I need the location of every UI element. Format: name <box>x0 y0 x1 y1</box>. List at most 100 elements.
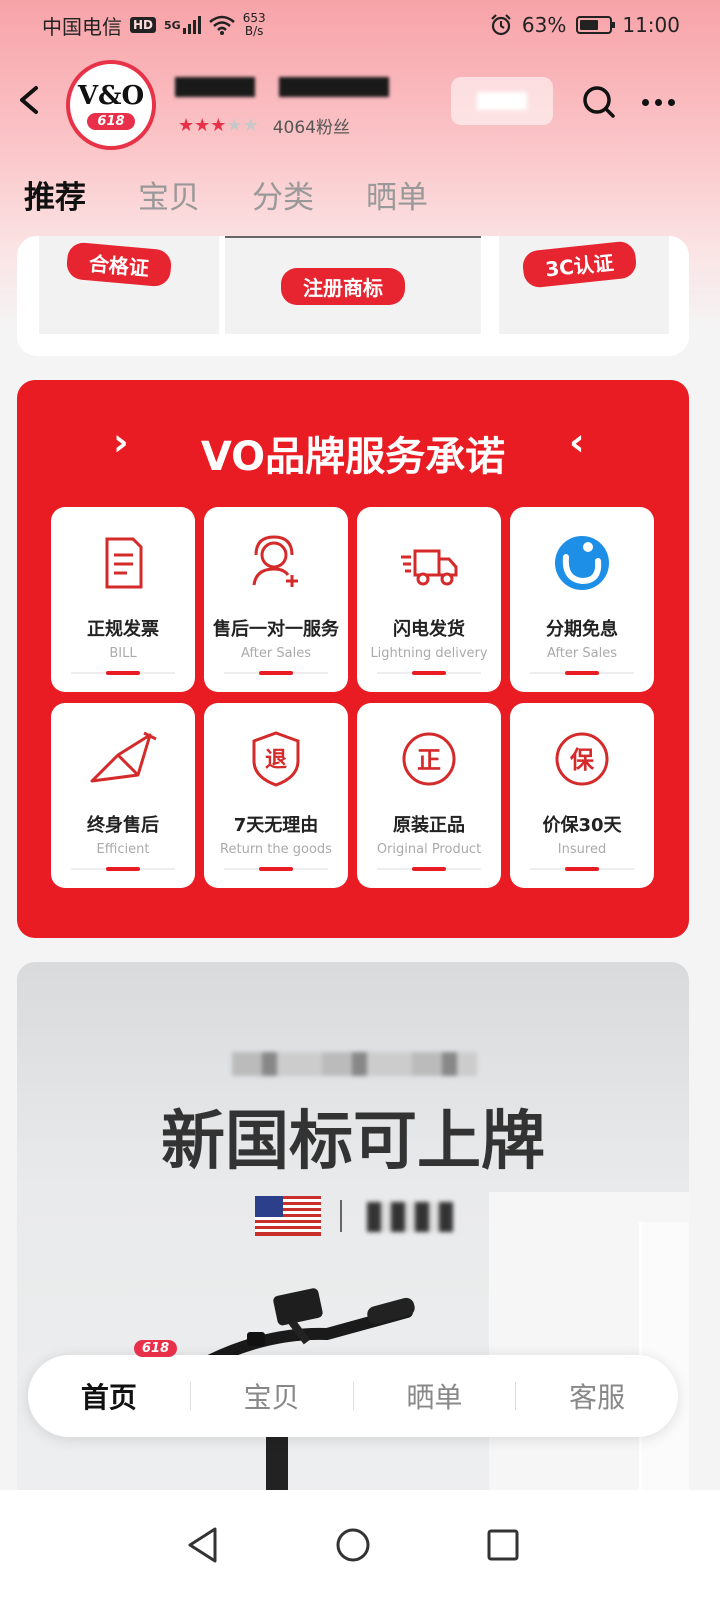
svg-text:退: 退 <box>265 748 287 773</box>
divider <box>71 671 175 675</box>
shop-bottom-nav: 首页 618 宝贝 晒单 客服 <box>28 1340 678 1437</box>
battery-fill <box>580 20 598 30</box>
alarm-icon <box>491 14 511 36</box>
tab-reviews[interactable]: 晒单 <box>366 172 428 217</box>
search-icon[interactable] <box>580 83 618 121</box>
clock: 11:00 <box>622 13 680 37</box>
618-badge: 618 <box>134 1340 178 1357</box>
back-button[interactable] <box>14 80 50 120</box>
promise-item-title: 7天无理由 <box>233 815 319 836</box>
battery-icon <box>576 16 616 34</box>
rating-stars: ★★★★★ <box>178 115 259 136</box>
network-speed: 653 B/s <box>243 12 266 38</box>
promise-item-title: 终身售后 <box>87 815 159 836</box>
promise-item-title: 正规发票 <box>87 619 159 640</box>
svg-text:保: 保 <box>569 746 595 774</box>
promise-item-invoice[interactable]: 正规发票 BILL <box>51 507 195 692</box>
banner-subtitle-redacted <box>232 1052 477 1076</box>
promise-item-support[interactable]: 售后一对一服务 After Sales <box>204 507 348 692</box>
battery-percent: 63% <box>521 13 567 37</box>
promise-grid: 正规发票 BILL 售后一对一服务 After Sales 闪电发货 Light… <box>51 507 654 888</box>
network-speed-unit: B/s <box>244 24 264 38</box>
svg-text:正: 正 <box>417 746 441 774</box>
banner-title: 新国标可上牌 <box>161 1105 545 1179</box>
nav-home[interactable]: 首页 618 <box>28 1340 190 1416</box>
hd-icon: HD <box>130 17 157 33</box>
price-protect-icon: 保 <box>555 732 609 786</box>
status-bar: 中国电信 HD 5G 653 B/s 63% 11:00 <box>0 0 720 50</box>
promise-item-genuine[interactable]: 正 原装正品 Original Product <box>357 703 501 888</box>
us-flag-icon <box>255 1196 321 1236</box>
shop-tabs: 推荐 宝贝 分类 晒单 <box>24 172 428 217</box>
shop-rating: ★★★★★ 4064粉丝 <box>178 113 350 138</box>
installment-icon <box>555 536 609 590</box>
wifi-icon <box>208 15 235 35</box>
brand-logo-redacted <box>367 1202 453 1232</box>
divider <box>71 867 175 871</box>
promise-item-7day-return[interactable]: 退 7天无理由 Return the goods <box>204 703 348 888</box>
delivery-truck-icon <box>401 549 458 586</box>
chevron-left-icon <box>20 86 38 114</box>
bike-frame-icon <box>90 731 157 783</box>
nav-products[interactable]: 宝贝 <box>191 1376 353 1416</box>
product-banner[interactable]: 新国标可上牌 <box>17 962 689 1522</box>
promise-item-subtitle: After Sales <box>241 646 311 661</box>
promise-item-title: 价保30天 <box>542 815 622 836</box>
more-icon[interactable] <box>642 87 682 117</box>
trademark-label: 注册商标 <box>281 268 405 305</box>
certificate-card[interactable]: 合格证 注册商标 3C认证 <box>17 236 689 356</box>
promise-item-price-protection[interactable]: 保 价保30天 Insured <box>510 703 654 888</box>
nav-home-label: 首页 <box>80 1381 137 1414</box>
network-speed-value: 653 <box>242 11 266 25</box>
genuine-icon: 正 <box>402 732 456 786</box>
divider <box>377 867 481 871</box>
promise-item-subtitle: BILL <box>109 646 137 661</box>
tab-products[interactable]: 宝贝 <box>138 172 200 217</box>
recents-square-icon[interactable] <box>485 1526 521 1564</box>
return-icon: 退 <box>252 731 300 787</box>
promise-item-installment[interactable]: 分期免息 After Sales <box>510 507 654 692</box>
promise-item-delivery[interactable]: 闪电发货 Lightning delivery <box>357 507 501 692</box>
carrier-label: 中国电信 <box>42 14 122 39</box>
system-navigation-bar <box>0 1490 720 1600</box>
nav-reviews[interactable]: 晒单 <box>354 1376 516 1416</box>
promise-title: VO品牌服务承诺 <box>200 434 506 480</box>
promise-item-subtitle: After Sales <box>547 646 617 661</box>
tab-recommend[interactable]: 推荐 <box>24 172 86 217</box>
divider <box>340 1200 342 1232</box>
star-icon: ★ <box>226 115 243 136</box>
back-triangle-icon[interactable] <box>185 1526 221 1564</box>
fans-count: 4064粉丝 <box>272 118 350 138</box>
chevron-left-icon: ‹ <box>569 420 585 464</box>
promise-item-subtitle: Return the goods <box>220 842 332 857</box>
network-type-label: 5G <box>164 18 181 32</box>
promise-item-subtitle: Original Product <box>376 842 482 857</box>
follow-button[interactable] <box>451 77 553 125</box>
nav-customer-service[interactable]: 客服 <box>516 1376 678 1416</box>
divider <box>530 867 634 871</box>
star-icon: ★ <box>210 115 227 136</box>
star-icon: ★ <box>178 115 195 136</box>
shop-logo[interactable]: V&O 618 <box>66 60 156 150</box>
divider <box>224 671 328 675</box>
support-person-icon <box>252 535 298 587</box>
logo-618-badge: 618 <box>87 112 135 130</box>
signal-icon <box>182 16 201 34</box>
invoice-icon <box>105 537 143 589</box>
home-circle-icon[interactable] <box>335 1526 371 1564</box>
shop-logo-mark: V&O <box>77 80 145 111</box>
promise-item-lifetime-service[interactable]: 终身售后 Efficient <box>51 703 195 888</box>
divider <box>224 867 328 871</box>
promise-item-title: 售后一对一服务 <box>213 619 339 640</box>
shop-name-redacted <box>175 77 389 97</box>
promise-item-title: 分期免息 <box>546 619 618 640</box>
promise-item-title: 原装正品 <box>393 815 465 836</box>
star-icon: ★ <box>242 115 259 136</box>
promise-item-subtitle: Insured <box>557 842 607 857</box>
promise-item-subtitle: Efficient <box>96 842 150 857</box>
divider <box>377 671 481 675</box>
tab-categories[interactable]: 分类 <box>252 172 314 217</box>
divider <box>530 671 634 675</box>
promise-item-subtitle: Lightning delivery <box>370 646 488 661</box>
star-icon: ★ <box>194 115 211 136</box>
